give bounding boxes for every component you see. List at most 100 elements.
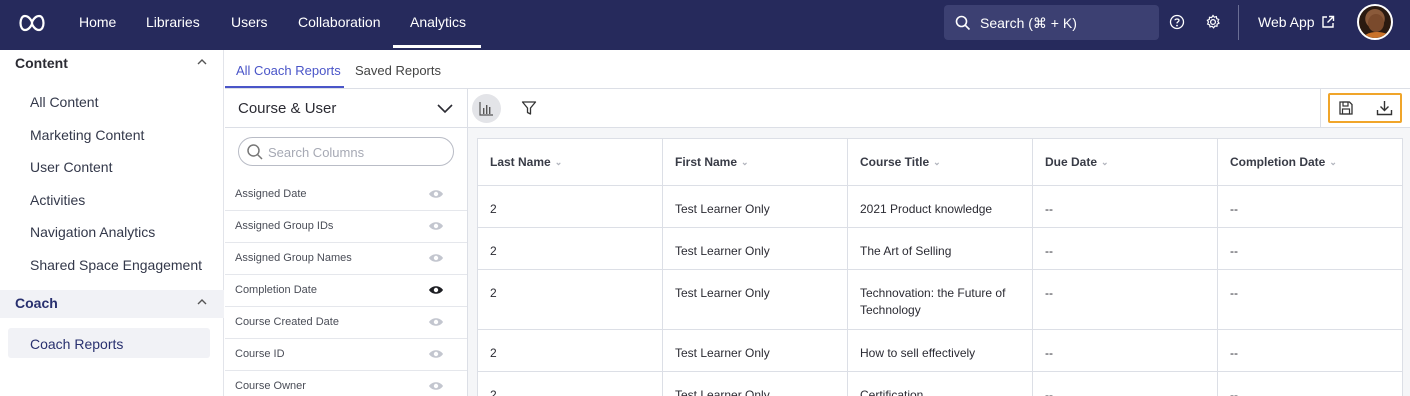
column-header-label: Last Name bbox=[490, 155, 551, 169]
column-label: Assigned Group Names bbox=[235, 252, 352, 264]
column-label: Assigned Date bbox=[235, 188, 307, 200]
sidebar: Content All Content Marketing Content Us… bbox=[0, 50, 224, 396]
avatar-face bbox=[1368, 14, 1384, 32]
column-header-label: Course Title bbox=[860, 155, 930, 169]
sidebar-section-coach[interactable]: Coach bbox=[0, 290, 224, 318]
eye-icon[interactable] bbox=[428, 348, 444, 360]
sidebar-item-all-content[interactable]: All Content bbox=[30, 94, 98, 110]
search-columns-input[interactable]: Search Columns bbox=[238, 137, 454, 166]
column-label: Course Owner bbox=[235, 380, 306, 392]
table-cell: Test Learner Only bbox=[662, 371, 848, 396]
nav-libraries[interactable]: Libraries bbox=[146, 0, 200, 50]
search-icon bbox=[247, 144, 263, 160]
chart-view-button[interactable] bbox=[472, 94, 501, 123]
user-avatar[interactable] bbox=[1357, 4, 1393, 40]
eye-icon-visible[interactable] bbox=[428, 284, 444, 296]
external-link-icon[interactable] bbox=[1321, 15, 1335, 29]
sort-chevron-icon[interactable]: ⌄ bbox=[741, 157, 749, 168]
table-cell: -- bbox=[1217, 185, 1403, 228]
table-cell: Test Learner Only bbox=[662, 269, 848, 330]
infinity-logo-icon[interactable] bbox=[16, 12, 48, 34]
avatar-shirt bbox=[1363, 32, 1391, 38]
search-columns-placeholder: Search Columns bbox=[268, 145, 365, 160]
sidebar-section-label: Coach bbox=[15, 295, 58, 311]
column-label: Course ID bbox=[235, 348, 285, 360]
report-type-label: Course & User bbox=[238, 100, 337, 117]
column-label: Completion Date bbox=[235, 284, 317, 296]
table-cell: Test Learner Only bbox=[662, 329, 848, 372]
table-cell: 2 bbox=[477, 227, 663, 270]
table-header-row: Last Name ⌄ First Name ⌄ Course Title ⌄ Due… bbox=[477, 138, 1403, 186]
sidebar-item-navigation-analytics[interactable]: Navigation Analytics bbox=[30, 224, 155, 240]
column-header-label: Due Date bbox=[1045, 155, 1098, 169]
sidebar-item-user-content[interactable]: User Content bbox=[30, 159, 112, 175]
nav-divider bbox=[1238, 5, 1239, 40]
gear-icon[interactable] bbox=[1205, 14, 1221, 30]
bar-chart-icon bbox=[479, 102, 493, 116]
table-cell: Test Learner Only bbox=[662, 185, 848, 228]
table-row: 2 Test Learner Only How to sell effectiv… bbox=[477, 329, 1403, 372]
report-table-area: Last Name ⌄ First Name ⌄ Course Title ⌄ Due… bbox=[468, 128, 1410, 396]
filter-icon[interactable] bbox=[521, 100, 537, 116]
chevron-up-icon[interactable] bbox=[196, 297, 208, 307]
columns-panel: Search Columns Assigned Date Assigned Gr… bbox=[225, 128, 468, 396]
column-row[interactable]: Assigned Group IDs bbox=[225, 211, 467, 243]
sidebar-item-shared-space-engagement[interactable]: Shared Space Engagement bbox=[30, 257, 202, 273]
column-header-course-title[interactable]: Course Title ⌄ bbox=[847, 138, 1033, 186]
nav-analytics[interactable]: Analytics bbox=[410, 0, 466, 50]
tab-all-coach-reports[interactable]: All Coach Reports bbox=[236, 63, 341, 78]
chevron-up-icon[interactable] bbox=[196, 57, 208, 67]
nav-collaboration[interactable]: Collaboration bbox=[298, 0, 381, 50]
column-header-due-date[interactable]: Due Date ⌄ bbox=[1032, 138, 1218, 186]
eye-icon[interactable] bbox=[428, 316, 444, 328]
table-row: 2 Test Learner Only 2021 Product knowled… bbox=[477, 185, 1403, 228]
column-row[interactable]: Assigned Date bbox=[225, 179, 467, 211]
sidebar-item-marketing-content[interactable]: Marketing Content bbox=[30, 127, 144, 143]
download-icon[interactable] bbox=[1376, 100, 1393, 116]
sidebar-section-label: Content bbox=[15, 55, 68, 71]
table-cell: -- bbox=[1217, 227, 1403, 270]
web-app-link[interactable]: Web App bbox=[1258, 0, 1315, 44]
column-header-first-name[interactable]: First Name ⌄ bbox=[662, 138, 848, 186]
table-row: 2 Test Learner Only The Art of Selling -… bbox=[477, 227, 1403, 270]
column-label: Assigned Group IDs bbox=[235, 220, 334, 232]
table-cell: 2021 Product knowledge bbox=[847, 185, 1033, 228]
table-cell: -- bbox=[1217, 329, 1403, 372]
table-cell: How to sell effectively bbox=[847, 329, 1033, 372]
column-row[interactable]: Assigned Group Names bbox=[225, 243, 467, 275]
report-toolbar: Course & User bbox=[225, 89, 1410, 128]
sidebar-item-coach-reports[interactable]: Coach Reports bbox=[8, 328, 210, 358]
column-row[interactable]: Course Owner bbox=[225, 371, 467, 396]
global-search-input[interactable]: Search (⌘ + K) bbox=[944, 5, 1159, 40]
question-circle-icon[interactable] bbox=[1169, 14, 1185, 30]
eye-icon[interactable] bbox=[428, 380, 444, 392]
column-row[interactable]: Completion Date bbox=[225, 275, 467, 307]
eye-icon[interactable] bbox=[428, 188, 444, 200]
sort-chevron-icon[interactable]: ⌄ bbox=[933, 157, 941, 168]
chevron-down-icon[interactable] bbox=[436, 101, 454, 115]
table-row: 2 Test Learner Only Technovation: the Fu… bbox=[477, 269, 1403, 330]
column-row[interactable]: Course Created Date bbox=[225, 307, 467, 339]
nav-home[interactable]: Home bbox=[79, 0, 116, 50]
table-cell: -- bbox=[1032, 371, 1218, 396]
sort-chevron-icon[interactable]: ⌄ bbox=[555, 157, 563, 168]
sort-chevron-icon[interactable]: ⌄ bbox=[1329, 157, 1337, 168]
sidebar-item-activities[interactable]: Activities bbox=[30, 192, 85, 208]
nav-users[interactable]: Users bbox=[231, 0, 268, 50]
column-header-last-name[interactable]: Last Name ⌄ bbox=[477, 138, 663, 186]
table-cell: -- bbox=[1217, 371, 1403, 396]
eye-icon[interactable] bbox=[428, 252, 444, 264]
eye-icon[interactable] bbox=[428, 220, 444, 232]
report-type-dropdown[interactable]: Course & User bbox=[225, 89, 468, 128]
sidebar-item-label: Coach Reports bbox=[30, 336, 124, 352]
search-label: Search (⌘ + K) bbox=[980, 15, 1077, 31]
table-cell: 2 bbox=[477, 329, 663, 372]
table-cell: -- bbox=[1032, 227, 1218, 270]
save-icon[interactable] bbox=[1338, 100, 1354, 116]
sort-chevron-icon[interactable]: ⌄ bbox=[1101, 157, 1109, 168]
column-header-completion-date[interactable]: Completion Date ⌄ bbox=[1217, 138, 1403, 186]
sidebar-section-content[interactable]: Content bbox=[0, 50, 224, 78]
column-row[interactable]: Course ID bbox=[225, 339, 467, 371]
table-cell: 2 bbox=[477, 185, 663, 228]
tab-saved-reports[interactable]: Saved Reports bbox=[355, 63, 441, 78]
